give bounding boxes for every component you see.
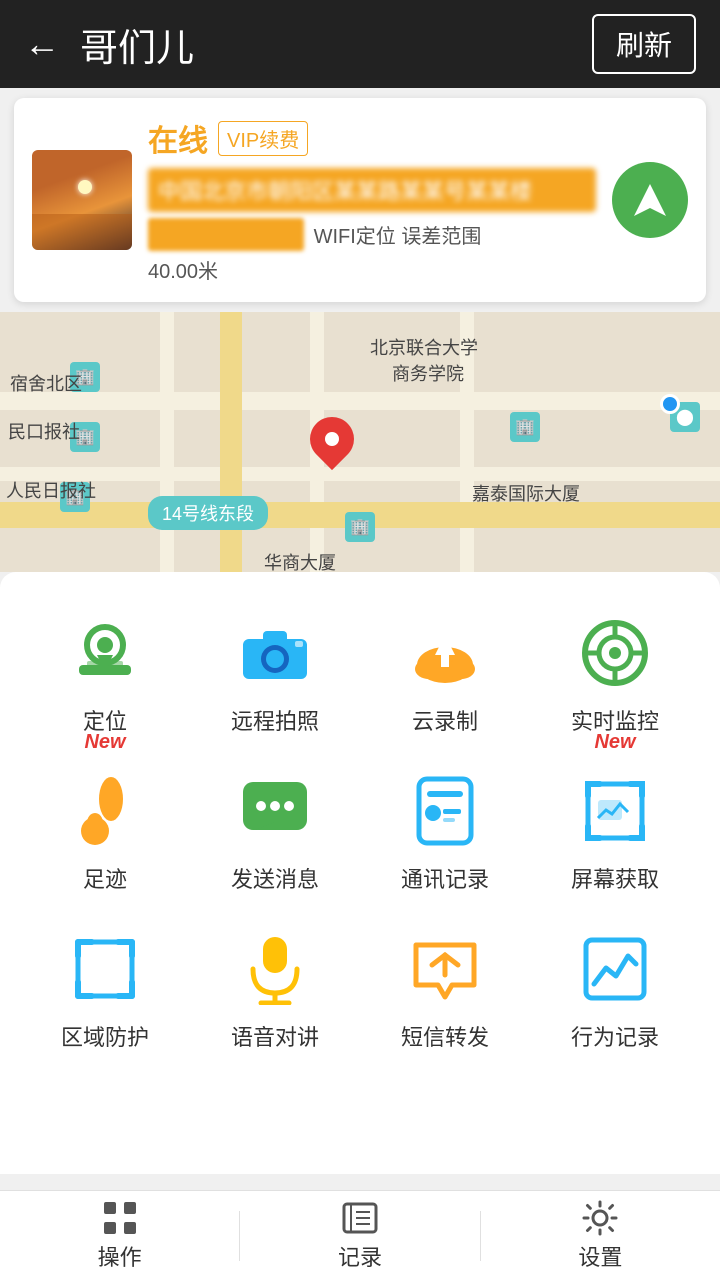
nav-item-operations[interactable]: 操作 [0, 1200, 239, 1272]
back-button[interactable]: ← [24, 23, 60, 65]
user-location-dot [660, 394, 680, 414]
nav-item-settings[interactable]: 设置 [481, 1200, 720, 1272]
map-label-swxy: 商务学院 [392, 360, 464, 386]
label-behavior-record: 行为记录 [571, 1020, 659, 1052]
camera-icon [236, 614, 314, 692]
new-badge-monitor: New [594, 731, 635, 754]
grid-item-location[interactable]: 定位 New [20, 600, 190, 758]
footprint-icon [66, 772, 144, 850]
grid-item-cloud-record[interactable]: 云录制 [360, 600, 530, 758]
map-label-hsda: 华商大厦 [264, 549, 336, 572]
grid-item-screen-capture[interactable]: 屏幕获取 [530, 758, 700, 916]
bottom-nav: 操作 记录 设置 [0, 1190, 720, 1280]
location-icon [66, 614, 144, 692]
nav-label-settings: 设置 [578, 1240, 622, 1272]
map-subway-label: 14号线东段 [148, 496, 268, 530]
map-road [160, 312, 174, 572]
map-pin [310, 417, 354, 461]
map-building-icon: 🏢 [510, 412, 540, 442]
map-label-rmrbs: 人民日报社 [6, 477, 96, 503]
nav-label-records: 记录 [338, 1240, 382, 1272]
label-send-message: 发送消息 [231, 862, 319, 894]
address2: 某某小区某单元 WIFI定位 误差范围 [148, 218, 596, 251]
label-voice-intercom: 语音对讲 [231, 1020, 319, 1052]
status-label: 在线 [148, 116, 208, 160]
map-area: 🏢 🏢 🏢 🏢 🏢 ⬤ 宿舍北区 民口报社 人民日报社 北京联合大学 商务学院 … [0, 312, 720, 572]
pin-head [301, 408, 363, 470]
mic-icon [236, 930, 314, 1008]
screen-capture-icon [576, 772, 654, 850]
page-title: 哥们儿 [80, 17, 194, 72]
new-badge-location: New [84, 731, 125, 754]
grid-icon [102, 1200, 138, 1236]
label-sms-forward: 短信转发 [401, 1020, 489, 1052]
grid-item-sms-forward[interactable]: 短信转发 [360, 916, 530, 1074]
address-blurred: 中国北京市朝阳区某某路某某号某某楼 [148, 168, 596, 212]
label-footprint: 足迹 [83, 862, 127, 894]
cloud-upload-icon [406, 614, 484, 692]
map-building-icon: 🏢 [345, 512, 375, 542]
map-main-road [220, 312, 242, 572]
card-info: 在线 VIP续费 中国北京市朝阳区某某路某某号某某楼 某某小区某单元 WIFI定… [148, 116, 596, 284]
grid-item-voice-intercom[interactable]: 语音对讲 [190, 916, 360, 1074]
status-row: 在线 VIP续费 [148, 116, 596, 160]
vip-badge[interactable]: VIP续费 [218, 121, 308, 156]
grid-item-realtime-monitor[interactable]: 实时监控 New [530, 600, 700, 758]
grid-item-remote-photo[interactable]: 远程拍照 [190, 600, 360, 758]
map-label-minkoubaoshe: 民口报社 [8, 418, 80, 444]
bottom-panel: 定位 New 远程拍照 [0, 572, 720, 1174]
map-road [0, 392, 720, 410]
label-zone-guard: 区域防护 [61, 1020, 149, 1052]
nav-label-operations: 操作 [98, 1240, 142, 1272]
grid-item-zone-guard[interactable]: 区域防护 [20, 916, 190, 1074]
records-icon [342, 1200, 378, 1236]
grid-item-contact-record[interactable]: 通讯记录 [360, 758, 530, 916]
feature-grid: 定位 New 远程拍照 [20, 600, 700, 1074]
label-screen-capture: 屏幕获取 [571, 862, 659, 894]
grid-item-behavior-record[interactable]: 行为记录 [530, 916, 700, 1074]
navigate-button[interactable] [612, 162, 688, 238]
nav-item-records[interactable]: 记录 [240, 1200, 479, 1272]
zone-guard-icon [66, 930, 144, 1008]
message-icon [236, 772, 314, 850]
refresh-button[interactable]: 刷新 [592, 14, 696, 74]
grid-item-send-message[interactable]: 发送消息 [190, 758, 360, 916]
distance: 40.00米 [148, 255, 596, 284]
wifi-label: WIFI定位 误差范围 [314, 226, 482, 248]
pin-dot [325, 432, 339, 446]
avatar [32, 150, 132, 250]
info-card: 在线 VIP续费 中国北京市朝阳区某某路某某号某某楼 某某小区某单元 WIFI定… [14, 98, 706, 302]
header: ← 哥们儿 刷新 [0, 0, 720, 88]
behavior-icon [576, 930, 654, 1008]
settings-icon [582, 1200, 618, 1236]
label-cloud-record: 云录制 [412, 704, 478, 736]
sms-icon [406, 930, 484, 1008]
label-contact-record: 通讯记录 [401, 862, 489, 894]
grid-item-footprint[interactable]: 足迹 [20, 758, 190, 916]
map-road [0, 467, 720, 481]
map-label-sushebei: 宿舍北区 [10, 370, 82, 396]
map-label-jtgjdx: 嘉泰国际大厦 [472, 480, 580, 506]
monitor-icon [576, 614, 654, 692]
contact-icon [406, 772, 484, 850]
map-label-bjlhdy: 北京联合大学 [370, 334, 478, 360]
header-left: ← 哥们儿 [24, 17, 194, 72]
label-remote-photo: 远程拍照 [231, 704, 319, 736]
